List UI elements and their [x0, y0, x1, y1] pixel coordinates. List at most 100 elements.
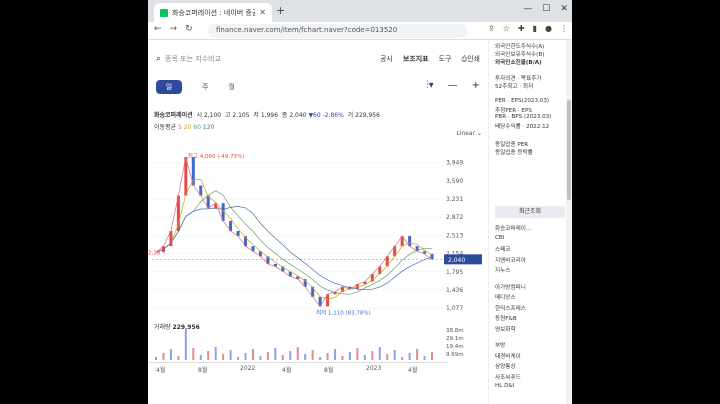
profile-icon[interactable]: ●	[545, 24, 552, 33]
naver-favicon-icon	[160, 8, 168, 17]
price-change: ▼60	[308, 112, 321, 119]
scrollbar-thumb[interactable]	[567, 100, 571, 200]
tab-weekly[interactable]: 주	[202, 82, 208, 92]
recent-stock-link[interactable]: 메디앙스	[495, 293, 516, 301]
chevron-down-icon: ⌄	[476, 130, 482, 137]
menu-icon[interactable]: ⋮	[560, 24, 568, 33]
sidebar-info-row: 동일업종 PER	[495, 142, 529, 148]
recent-stock-link[interactable]: CBI	[495, 235, 504, 241]
recent-stock-link[interactable]: 화승코퍼레이...	[495, 224, 531, 232]
moving-average-line	[155, 179, 433, 300]
recent-stock-link[interactable]: 지엠비코리아	[495, 256, 526, 264]
volume-bar	[386, 354, 389, 360]
sidebar-info-row: 52주최고 · 최저	[495, 84, 534, 90]
new-tab-icon[interactable]: +	[276, 4, 285, 17]
recent-stock-link[interactable]: 동원F&B	[495, 314, 517, 322]
zoom-in-icon[interactable]: +	[472, 80, 480, 91]
share-icon[interactable]: ⇪	[488, 24, 495, 33]
volume-bar	[251, 349, 254, 360]
volume-bar	[334, 349, 337, 360]
extensions-icon[interactable]: ✚	[518, 24, 525, 33]
recent-stock-link[interactable]: 한익스프레스	[495, 304, 526, 312]
candle-type-icon[interactable]: ⫶▾	[426, 80, 434, 91]
volume-bar	[184, 330, 187, 360]
volume-bar	[214, 347, 217, 360]
recent-stock-link[interactable]: 영보화학	[495, 325, 516, 333]
menu-indicators[interactable]: 보조지표	[403, 54, 429, 64]
close-price: 2,040	[289, 112, 307, 119]
recent-stock-link[interactable]: 스페코	[495, 245, 510, 253]
x-tick-label: 4월	[408, 367, 418, 374]
y-tick-label: 1,436	[446, 287, 463, 294]
minimize-icon[interactable]: —	[523, 4, 532, 14]
recent-stock-link[interactable]: HL D&I	[495, 383, 514, 389]
volume-bar	[199, 355, 202, 360]
volume-bar	[169, 349, 172, 360]
zoom-out-icon[interactable]: —	[448, 80, 458, 91]
url-field[interactable]: finance.naver.com/item/fchart.naver?code…	[208, 24, 468, 38]
volume-bar	[259, 356, 262, 360]
search-placeholder: 종목 또는 지수비교	[165, 55, 222, 63]
volume-bar	[326, 353, 329, 360]
y-tick-label: 3,231	[446, 196, 463, 203]
ma-20: 20	[183, 124, 192, 131]
tab-monthly[interactable]: 월	[228, 82, 234, 92]
open-price: 2,100	[203, 112, 222, 119]
recent-stock-link[interactable]: 삼양통상	[495, 362, 516, 370]
page-scrollbar[interactable]	[566, 40, 572, 404]
period-tabs: 일 주 월	[156, 80, 235, 94]
left-price-marker: 2,18	[148, 250, 161, 256]
tab-title: 화승코퍼레이션 : 네이버 증권	[172, 8, 256, 17]
close-tab-icon[interactable]: ✕	[259, 8, 266, 17]
menu-disclosure[interactable]: 공시	[380, 54, 393, 64]
maximize-icon[interactable]: ☐	[542, 4, 550, 14]
sidepanel-icon[interactable]: ▮	[533, 24, 537, 33]
volume-bar	[341, 356, 344, 360]
volume-bar	[192, 348, 195, 360]
x-tick-label: 4월	[282, 367, 292, 374]
volume-bar	[244, 353, 247, 360]
bookmark-star-icon[interactable]: ☆	[503, 24, 510, 33]
back-icon[interactable]: ←	[154, 24, 162, 34]
volume-bar	[155, 357, 157, 360]
low-price: 1,996	[260, 112, 279, 119]
y-tick-label: 1,795	[446, 269, 463, 276]
high-price: 2,105	[232, 112, 250, 119]
address-bar: ← → ↻ finance.naver.com/item/fchart.nave…	[148, 22, 572, 40]
browser-tab[interactable]: 화승코퍼레이션 : 네이버 증권 ✕	[154, 3, 272, 22]
quote-line: 화승코퍼레이션 시 2,100 고 2,105 저 1,996 종 2,040 …	[154, 112, 380, 119]
compare-search[interactable]: ⌕ 종목 또는 지수비교	[156, 54, 221, 64]
recent-stock-link[interactable]: 태경비케이	[495, 352, 521, 360]
volume-chart[interactable]: 38.8m 29.1m 19.4m 9.69m	[148, 318, 488, 362]
recent-header[interactable]: 최근조회	[495, 206, 565, 218]
tab-daily[interactable]: 일	[156, 80, 182, 94]
menu-print[interactable]: ⎙인쇄	[462, 54, 481, 64]
reload-icon[interactable]: ↻	[185, 24, 193, 34]
close-window-icon[interactable]: ✕	[560, 4, 568, 14]
y-tick-label: 2,513	[446, 232, 463, 239]
current-price-label: 2,040	[448, 257, 465, 264]
price-chart[interactable]: 3,9493,5903,2312,8722,5132,1541,7951,436…	[148, 140, 488, 320]
recent-stock-link[interactable]: 부방	[495, 341, 505, 349]
chart-pane: ⌕ 종목 또는 지수비교 공시 보조지표 도구 ⎙인쇄 일 주 월 ⫶▾ — +…	[148, 40, 488, 404]
sidebar-info-row: 외국인소진율(B/A)	[495, 60, 542, 66]
extension-icons: ⇪ ☆ ✚ ▮ ● ⋮	[488, 24, 568, 33]
volume-bar	[296, 347, 299, 360]
volume-bar	[363, 355, 366, 360]
stock-name: 화승코퍼레이션	[154, 112, 193, 119]
ma-60: 60	[193, 124, 201, 131]
scale-selector[interactable]: Linear ⌄	[456, 130, 482, 137]
menu-tools[interactable]: 도구	[439, 54, 452, 64]
recent-stock-link[interactable]: 아가방컴퍼니	[495, 283, 526, 291]
ma-120: 120	[202, 124, 215, 131]
forward-icon[interactable]: →	[170, 24, 178, 34]
volume-bar	[207, 351, 210, 360]
volume-bar	[222, 354, 225, 360]
recent-stock-link[interactable]: 사조씨푸드	[495, 373, 521, 381]
volume-bar	[431, 352, 433, 360]
volume-bar	[319, 357, 322, 360]
volume-tick-label: 29.1m	[446, 336, 464, 342]
volume-bar	[229, 350, 232, 360]
recent-stock-link[interactable]: 지누스	[495, 266, 510, 274]
volume-bar	[237, 357, 240, 360]
